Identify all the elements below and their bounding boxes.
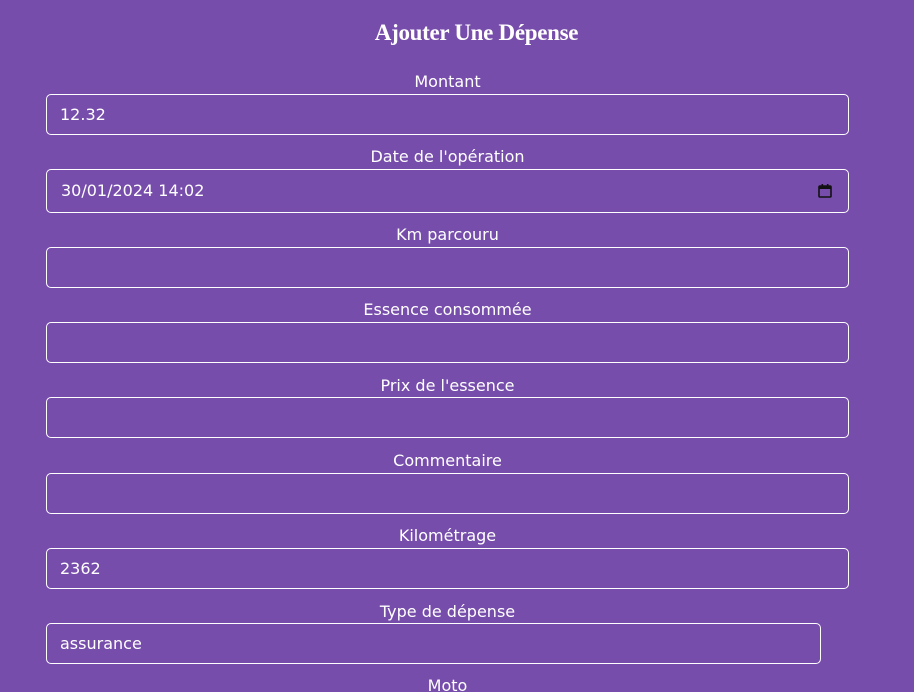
- km-parcouru-input[interactable]: [46, 247, 849, 288]
- date-operation-input[interactable]: 30/01/2024 14:02: [46, 169, 849, 213]
- essence-consommee-label: Essence consommée: [363, 300, 532, 319]
- kilometrage-input[interactable]: 2362: [46, 548, 849, 589]
- date-operation-label: Date de l'opération: [370, 147, 525, 166]
- montant-label: Montant: [414, 72, 481, 91]
- commentaire-input[interactable]: [46, 473, 849, 514]
- type-depense-label: Type de dépense: [379, 602, 516, 621]
- date-operation-value: 30/01/2024 14:02: [61, 181, 205, 200]
- kilometrage-label: Kilométrage: [398, 526, 497, 545]
- commentaire-label: Commentaire: [393, 451, 502, 470]
- calendar-icon[interactable]: [818, 184, 832, 198]
- prix-essence-label: Prix de l'essence: [380, 376, 515, 395]
- type-depense-input[interactable]: assurance: [46, 623, 821, 664]
- page-title: Ajouter Une Dépense: [374, 20, 579, 45]
- prix-essence-input[interactable]: [46, 397, 849, 438]
- essence-consommee-input[interactable]: [46, 322, 849, 363]
- add-expense-form: Ajouter Une Dépense Montant 12.32 Date d…: [0, 0, 914, 692]
- moto-label: Moto: [427, 676, 468, 692]
- montant-input[interactable]: 12.32: [46, 94, 849, 135]
- km-parcouru-label: Km parcouru: [396, 225, 499, 244]
